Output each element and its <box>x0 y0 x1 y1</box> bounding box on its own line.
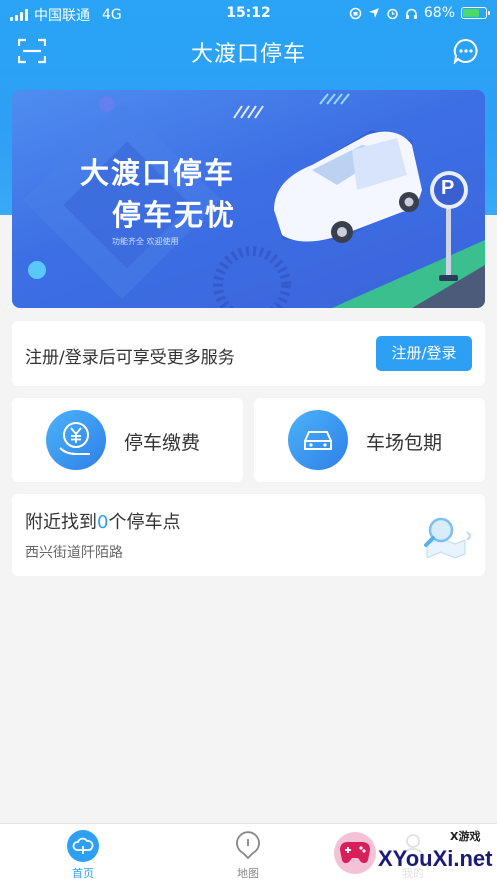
gamepad-logo-icon <box>334 832 376 874</box>
login-prompt: 注册/登录后可享受更多服务 <box>25 348 235 368</box>
car-icon <box>288 410 348 470</box>
banner-illustration <box>23 93 485 308</box>
magnifier-map-icon <box>424 517 471 558</box>
watermark-main: XYouXi.net <box>378 846 493 871</box>
monthly-parking-label: 车场包期 <box>366 432 443 454</box>
nearby-prefix: 附近找到 <box>25 512 97 533</box>
orientation-lock-icon <box>349 7 362 19</box>
banner-sign-letter: P <box>441 177 455 199</box>
current-address: 西兴街道阡陌路 <box>25 545 123 561</box>
login-card: 注册/登录后可享受更多服务 注册/登录 <box>12 321 485 386</box>
banner-headline: 大渡口停车 <box>80 156 236 190</box>
tab-map-label: 地图 <box>237 867 259 880</box>
battery-percent: 68% <box>423 5 455 21</box>
parking-payment-card[interactable]: 停车缴费 <box>12 398 243 482</box>
battery-icon <box>461 7 490 19</box>
yuan-coin-icon <box>46 410 106 470</box>
nearby-parking-card[interactable]: 附近找到0个停车点 西兴街道阡陌路 <box>12 494 485 576</box>
tab-home-label: 首页 <box>72 867 94 880</box>
promo-banner[interactable]: P 大渡口停车 停车无忧 功能齐全 欢迎使用 <box>12 90 485 308</box>
headphones-icon <box>405 8 417 19</box>
message-icon[interactable] <box>453 38 479 64</box>
alarm-icon <box>387 8 398 19</box>
tab-home[interactable]: 首页 <box>43 830 123 881</box>
nearby-count-text: 附近找到0个停车点 <box>25 508 180 534</box>
banner-tagline: 功能齐全 欢迎使用 <box>112 237 179 246</box>
map-pin-icon <box>236 831 260 860</box>
banner-subheadline: 停车无忧 <box>112 198 237 232</box>
navigation-bar: 大渡口停车 <box>0 28 497 74</box>
login-register-button[interactable]: 注册/登录 <box>376 336 472 371</box>
home-cloud-icon <box>67 830 99 862</box>
tab-map[interactable]: 地图 <box>208 830 288 881</box>
site-watermark: X游戏 XYouXi.net <box>330 824 497 883</box>
parking-payment-label: 停车缴费 <box>124 432 201 454</box>
nearby-count: 0 <box>97 512 109 533</box>
page-title: 大渡口停车 <box>190 42 306 67</box>
monthly-parking-card[interactable]: 车场包期 <box>254 398 485 482</box>
nearby-suffix: 个停车点 <box>108 512 181 533</box>
watermark-sub: X游戏 <box>450 830 481 843</box>
status-bar: 中国联通 4G 15:12 68% <box>0 0 497 28</box>
location-icon <box>368 8 379 18</box>
